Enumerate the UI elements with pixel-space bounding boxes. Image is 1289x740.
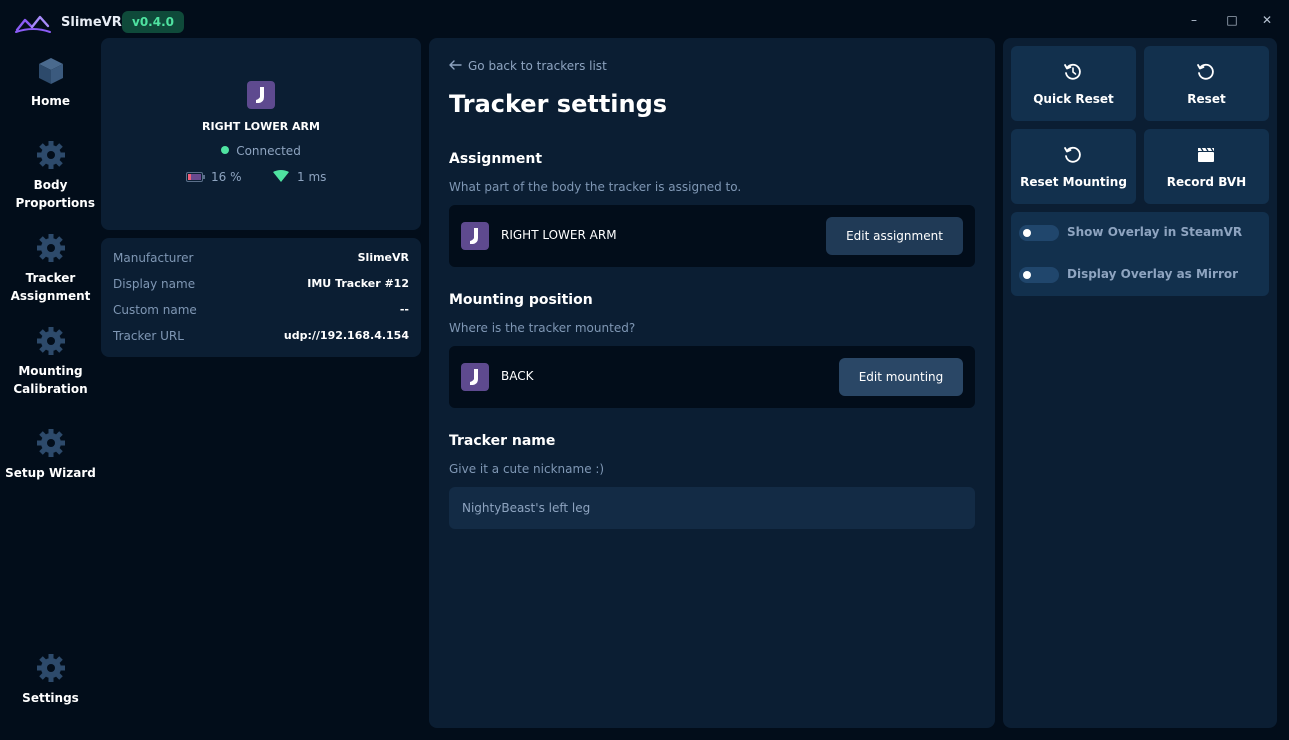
connection-status-text: Connected [236,144,301,158]
gear-icon [36,234,65,262]
record-bvh-label: Record BVH [1166,175,1247,189]
info-row-manufacturer: Manufacturer SlimeVR [113,251,409,265]
sidebar-nav: Home Body Proportions Tracker Assignment… [0,40,101,740]
info-row-custom-name: Custom name -- [113,303,409,317]
page-title: Tracker settings [449,90,668,118]
actions-panel: Quick Reset Reset Reset Mounting Record … [1003,38,1277,728]
gear-icon [36,654,65,682]
gear-icon [36,327,65,355]
minimize-button[interactable]: – [1184,10,1204,30]
back-link-label: Go back to trackers list [468,59,607,73]
quick-reset-icon [1064,63,1081,80]
info-row-display-name: Display name IMU Tracker #12 [113,277,409,291]
maximize-button[interactable]: □ [1222,10,1242,30]
nav-label-mounting-calibration: Mounting Calibration [13,364,88,396]
nav-item-body-proportions[interactable]: Body Proportions [0,140,101,212]
assignment-value: RIGHT LOWER ARM [501,228,617,242]
reset-button[interactable]: Reset [1144,46,1269,121]
quick-reset-button[interactable]: Quick Reset [1011,46,1136,121]
foot-icon [461,363,489,391]
tracker-settings-panel: Go back to trackers list Tracker setting… [429,38,995,728]
assignment-row: RIGHT LOWER ARM Edit assignment [449,205,975,267]
app-name: SlimeVR [61,15,122,30]
nav-label-home: Home [31,94,70,108]
nav-item-settings[interactable]: Settings [0,653,101,707]
tracker-name-description: Give it a cute nickname :) [449,462,605,476]
quick-reset-label: Quick Reset [1033,92,1114,106]
foot-icon [461,222,489,250]
overlay-toggles: Show Overlay in SteamVR Display Overlay … [1011,212,1269,296]
tracker-name-input[interactable] [449,487,975,529]
ping-value: 1 ms [297,170,327,184]
foot-icon [247,81,275,109]
nav-label-tracker-assignment: Tracker Assignment [10,271,91,303]
toggle-switch[interactable] [1019,225,1059,241]
show-overlay-steamvr-label: Show Overlay in SteamVR [1067,225,1243,239]
assignment-description: What part of the body the tracker is ass… [449,180,742,194]
gear-icon [36,141,65,169]
status-dot-icon [221,146,230,154]
edit-mounting-button[interactable]: Edit mounting [839,358,963,396]
battery-level: 16 % [211,170,242,184]
info-row-tracker-url: Tracker URL udp://192.168.4.154 [113,329,409,343]
reset-label: Reset [1187,92,1226,106]
mounting-row: BACK Edit mounting [449,346,975,408]
nav-item-setup-wizard[interactable]: Setup Wizard [0,428,101,482]
show-overlay-steamvr-toggle[interactable]: Show Overlay in SteamVR [1019,224,1269,242]
display-overlay-mirror-label: Display Overlay as Mirror [1067,267,1239,281]
nav-label-settings: Settings [22,691,79,705]
battery-icon [186,172,205,182]
close-button[interactable]: ✕ [1257,10,1277,30]
mounting-value: BACK [501,369,534,383]
reset-icon [1197,63,1214,80]
gear-icon [36,429,65,457]
mounting-title: Mounting position [449,292,593,308]
slimevr-logo-icon [15,15,51,33]
cube-icon [38,58,63,84]
battery-status: 16 % [186,170,242,184]
ping-status: 1 ms [273,170,326,184]
tracker-info-card: Manufacturer SlimeVR Display name IMU Tr… [101,238,421,357]
nav-item-mounting-calibration[interactable]: Mounting Calibration [0,326,101,398]
reset-mounting-button[interactable]: Reset Mounting [1011,129,1136,204]
toggle-switch[interactable] [1019,267,1059,283]
title-bar: SlimeVR v0.4.0 – □ ✕ [0,0,1289,40]
nav-item-home[interactable]: Home [0,56,101,110]
display-overlay-mirror-toggle[interactable]: Display Overlay as Mirror [1019,266,1269,284]
edit-assignment-button[interactable]: Edit assignment [826,217,963,255]
nav-label-body-proportions: Body Proportions [15,178,96,210]
tracker-name-title: Tracker name [449,433,556,449]
back-link[interactable]: Go back to trackers list [449,59,607,73]
nav-label-setup-wizard: Setup Wizard [5,466,96,480]
assignment-title: Assignment [449,151,543,167]
mounting-description: Where is the tracker mounted? [449,321,636,335]
connection-status: Connected [101,144,421,158]
tracker-summary-card: RIGHT LOWER ARM Connected 16 % 1 ms [101,38,421,230]
version-badge: v0.4.0 [122,11,184,33]
wifi-icon [273,170,289,182]
record-bvh-button[interactable]: Record BVH [1144,129,1269,204]
arrow-left-icon [449,60,462,70]
clapperboard-icon [1198,147,1214,162]
reset-mounting-label: Reset Mounting [1020,175,1127,189]
nav-item-tracker-assignment[interactable]: Tracker Assignment [0,233,101,305]
reset-mounting-icon [1064,146,1081,163]
tracker-body-part: RIGHT LOWER ARM [202,120,320,133]
